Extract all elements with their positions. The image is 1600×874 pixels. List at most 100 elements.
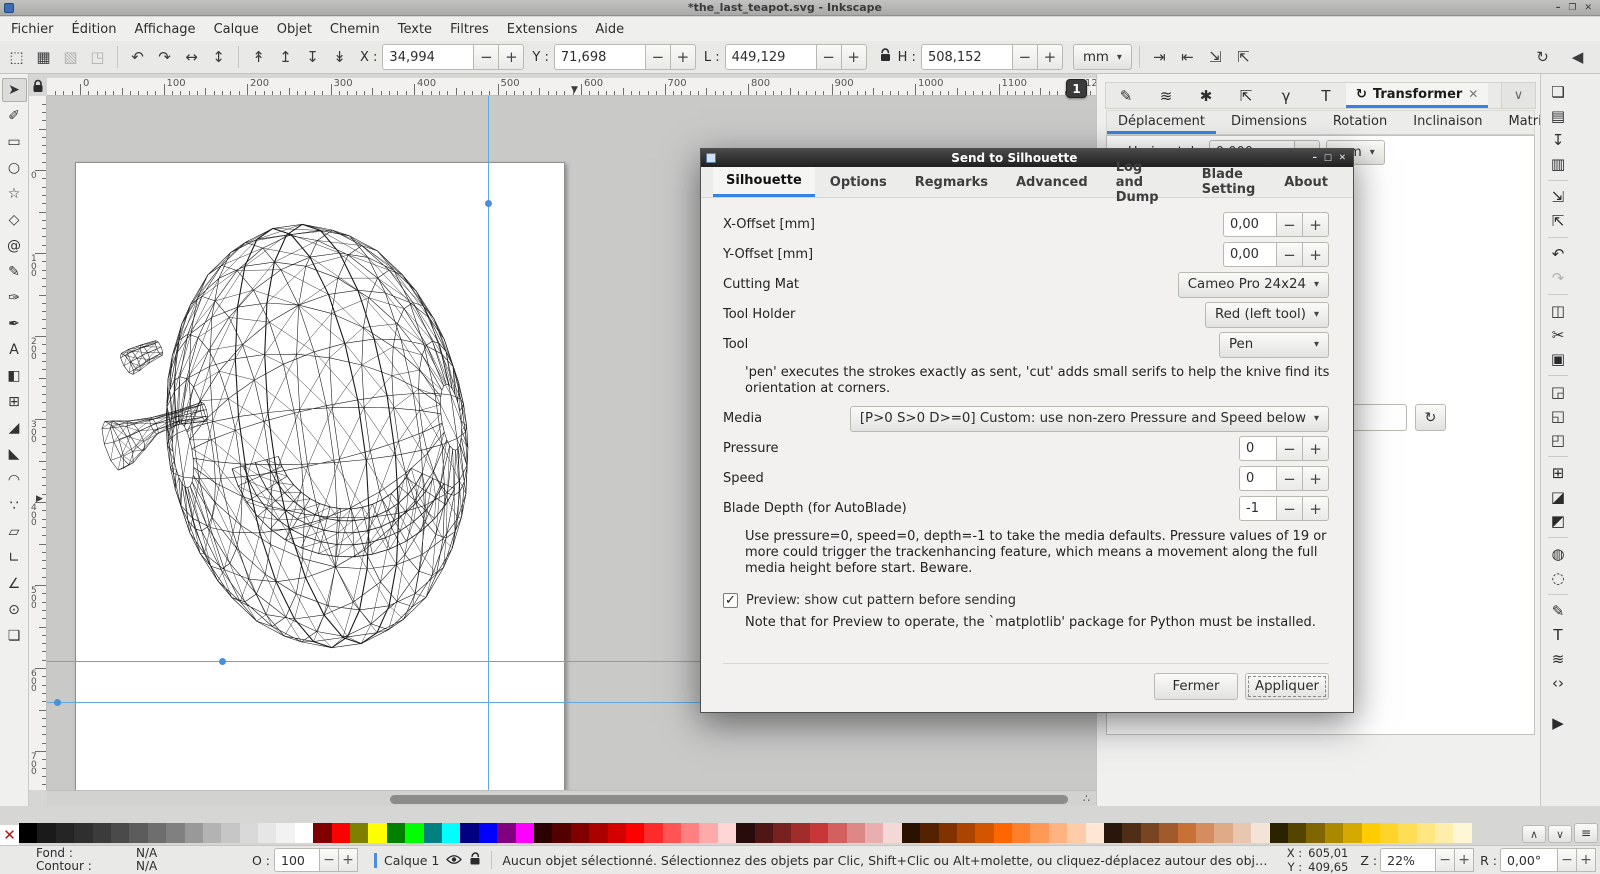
expand-commands-icon[interactable]: ▶ xyxy=(1545,711,1571,735)
tool-gradient[interactable]: ◧ xyxy=(2,364,27,388)
dock-tab-transformer[interactable]: ↻Transformer✕ xyxy=(1346,83,1488,108)
palette-swatch-74[interactable] xyxy=(1380,823,1398,843)
pressure-decrement-button[interactable]: − xyxy=(1276,436,1303,461)
tool-text[interactable]: A xyxy=(2,338,27,362)
text-tab-icon[interactable]: T xyxy=(1306,83,1346,108)
fill-stroke-dialog-icon[interactable]: ✎ xyxy=(1545,599,1571,623)
unit-dropdown[interactable]: mm▾ xyxy=(1073,44,1132,70)
zoom-drawing-icon[interactable]: ◱ xyxy=(1545,404,1571,428)
palette-swatch-64[interactable] xyxy=(1196,823,1214,843)
y-offset-input[interactable]: 0,00 xyxy=(1223,242,1277,267)
palette-swatch-30[interactable] xyxy=(571,823,589,843)
cut-icon[interactable]: ✂ xyxy=(1545,323,1571,347)
xml-editor-icon[interactable]: ‹› xyxy=(1545,671,1571,695)
tool-ellipse[interactable]: ○ xyxy=(2,156,27,180)
palette-swatch-60[interactable] xyxy=(1122,823,1140,843)
palette-menu-button[interactable]: ≡ xyxy=(1574,823,1598,843)
palette-swatch-71[interactable] xyxy=(1325,823,1343,843)
tool-dropdown[interactable]: Pen▾ xyxy=(1219,332,1329,358)
move-pattern-icon[interactable]: ⇥ xyxy=(1147,45,1172,70)
subtab-inclinaison[interactable]: Inclinaison xyxy=(1402,111,1493,134)
palette-swatch-73[interactable] xyxy=(1362,823,1380,843)
palette-swatch-32[interactable] xyxy=(608,823,626,843)
palette-swatch-56[interactable] xyxy=(1049,823,1067,843)
palette-swatch-63[interactable] xyxy=(1178,823,1196,843)
snap-options-icon[interactable]: ↻ xyxy=(1530,45,1555,70)
unlock-object-icon[interactable]: ◩ xyxy=(1545,509,1571,533)
blade-depth-increment-button[interactable]: + xyxy=(1302,496,1329,521)
palette-swatch-41[interactable] xyxy=(773,823,791,843)
palette-swatch-70[interactable] xyxy=(1306,823,1324,843)
tool-connector[interactable]: ∟ xyxy=(2,546,27,570)
height-input[interactable]: 508,152 xyxy=(921,44,1013,70)
palette-swatch-62[interactable] xyxy=(1159,823,1177,843)
x-offset-input[interactable]: 0,00 xyxy=(1223,212,1277,237)
width-increment-button[interactable]: + xyxy=(841,44,867,70)
tool-rectangle[interactable]: ▭ xyxy=(2,130,27,154)
palette-swatch-78[interactable] xyxy=(1453,823,1471,843)
opacity-increment-button[interactable]: + xyxy=(338,848,358,872)
guide-anchor-dot[interactable] xyxy=(219,658,226,665)
zoom-increment-button[interactable]: + xyxy=(1454,848,1474,872)
opacity-input[interactable]: 100 xyxy=(274,848,320,872)
palette-swatch-77[interactable] xyxy=(1435,823,1453,843)
menu-extensions[interactable]: Extensions xyxy=(498,19,587,40)
appliquer-button[interactable]: Appliquer xyxy=(1245,673,1329,700)
speed-decrement-button[interactable]: − xyxy=(1276,466,1303,491)
dialog-tab-about[interactable]: About xyxy=(1271,167,1341,197)
palette-swatch-45[interactable] xyxy=(847,823,865,843)
palette-swatch-2[interactable] xyxy=(56,823,74,843)
tool-dropper[interactable]: ◢ xyxy=(2,416,27,440)
y-offset-decrement-button[interactable]: − xyxy=(1276,242,1303,267)
snap-indicator-icon[interactable]: ∴ xyxy=(1083,792,1090,805)
palette-swatch-51[interactable] xyxy=(957,823,975,843)
menu-calque[interactable]: Calque xyxy=(205,19,268,40)
palette-swatch-50[interactable] xyxy=(939,823,957,843)
palette-swatch-47[interactable] xyxy=(883,823,901,843)
tool-zoom[interactable]: ⊙ xyxy=(2,598,27,622)
palette-swatch-23[interactable] xyxy=(442,823,460,843)
select-all-layers-icon[interactable]: ▦ xyxy=(31,45,56,70)
palette-swatch-55[interactable] xyxy=(1030,823,1048,843)
lock-object-icon[interactable]: ◪ xyxy=(1545,485,1571,509)
tool-calligraphy[interactable]: ✑ xyxy=(2,286,27,310)
move-gradient-icon[interactable]: ⇤ xyxy=(1175,45,1200,70)
duplicate-icon[interactable]: ◫ xyxy=(1545,299,1571,323)
palette-swatch-3[interactable] xyxy=(74,823,92,843)
transform-corners-icon[interactable]: ⇲ xyxy=(1203,45,1228,70)
palette-swatch-1[interactable] xyxy=(37,823,55,843)
tool-selector[interactable]: ➤ xyxy=(2,78,27,102)
palette-swatch-24[interactable] xyxy=(460,823,478,843)
media-dropdown[interactable]: [P>0 S>0 D>=0] Custom: use non-zero Pres… xyxy=(850,406,1329,432)
fill-stroke-tab-icon[interactable]: ✎ xyxy=(1106,83,1146,108)
save-document-icon[interactable]: ↧ xyxy=(1545,128,1571,152)
tool-mesh[interactable]: ⊞ xyxy=(2,390,27,414)
node-tab-icon[interactable]: γ xyxy=(1266,83,1306,108)
dialog-maximize-button[interactable]: □ xyxy=(1324,153,1332,163)
rotation-decrement-button[interactable]: − xyxy=(1557,848,1577,872)
palette-swatch-36[interactable] xyxy=(681,823,699,843)
blade-depth-decrement-button[interactable]: − xyxy=(1276,496,1303,521)
guide-anchor-dot[interactable] xyxy=(485,200,492,207)
dialog-close-button[interactable]: ✕ xyxy=(1339,153,1346,163)
x-offset-decrement-button[interactable]: − xyxy=(1276,212,1303,237)
tool-measure[interactable]: ∠ xyxy=(2,572,27,596)
palette-swatch-43[interactable] xyxy=(810,823,828,843)
palette-swatch-0[interactable] xyxy=(19,823,37,843)
menu-objet[interactable]: Objet xyxy=(268,19,321,40)
palette-swatch-9[interactable] xyxy=(185,823,203,843)
tool-eraser[interactable]: ▱ xyxy=(2,520,27,544)
menu-aide[interactable]: Aide xyxy=(586,19,633,40)
palette-swatch-12[interactable] xyxy=(240,823,258,843)
palette-swatch-20[interactable] xyxy=(387,823,405,843)
y-offset-increment-button[interactable]: + xyxy=(1302,242,1329,267)
zoom-decrement-button[interactable]: − xyxy=(1435,848,1455,872)
menu-edition[interactable]: Édition xyxy=(63,19,126,40)
guide-lock-icon[interactable] xyxy=(29,76,47,95)
palette-swatch-31[interactable] xyxy=(589,823,607,843)
height-decrement-button[interactable]: − xyxy=(1012,44,1038,70)
speed-increment-button[interactable]: + xyxy=(1302,466,1329,491)
paste-icon[interactable]: ▣ xyxy=(1545,347,1571,371)
dialog-titlebar[interactable]: Send to Silhouette – □ ✕ xyxy=(701,149,1353,167)
palette-swatch-28[interactable] xyxy=(534,823,552,843)
